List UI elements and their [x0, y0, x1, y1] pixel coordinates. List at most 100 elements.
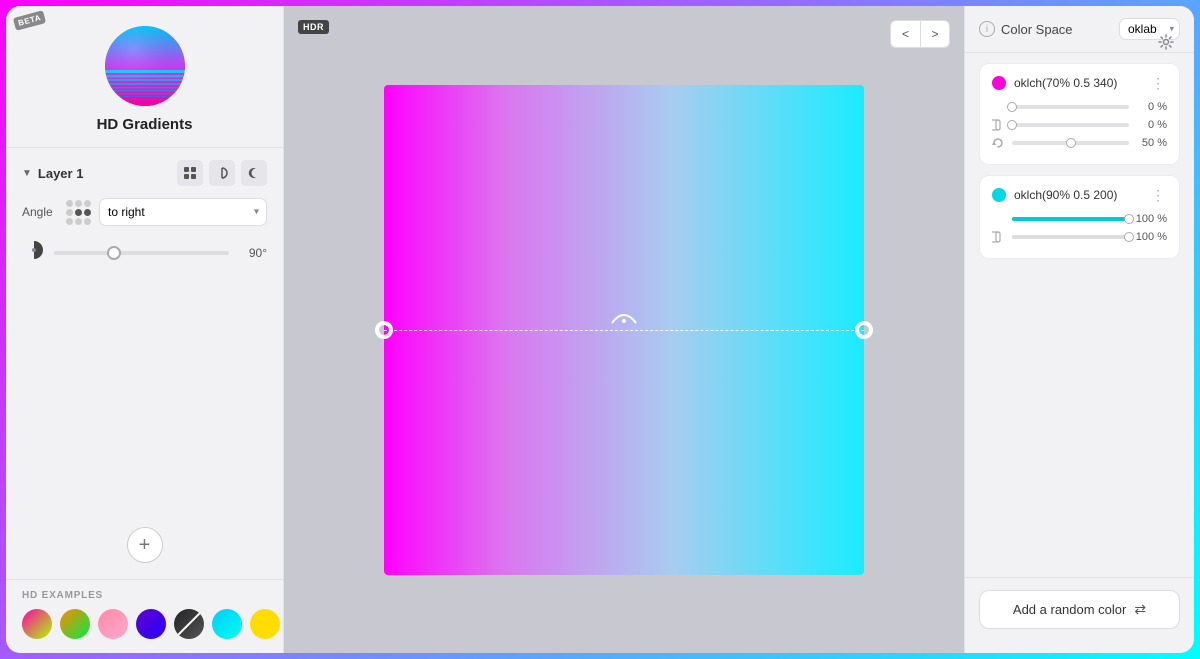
stop-1-slider-2-thumb[interactable]: [1007, 120, 1017, 130]
right-panel: i Color Space oklab oklch srgb hsl: [964, 6, 1194, 653]
dot-bm: [75, 218, 82, 225]
nav-next-button[interactable]: >: [920, 20, 950, 48]
stop-1-slider-1-icon: [992, 100, 1006, 114]
stop-2-slider-1-value: 100 %: [1135, 213, 1167, 225]
stop-2-menu[interactable]: ⋮: [1149, 186, 1167, 204]
angle-select[interactable]: to right to left to top to bottom: [99, 198, 267, 226]
color-stop-2: oklch(90% 0.5 200) ⋮ 100 %: [979, 175, 1180, 259]
dot-tm: [75, 200, 82, 207]
angle-row: Angle to right to left to t: [22, 198, 267, 226]
swatch-yellow[interactable]: [250, 609, 280, 639]
hd-examples-section: HD EXAMPLES: [6, 579, 283, 653]
grid-icon: [183, 166, 197, 180]
half-circle-button[interactable]: [209, 160, 235, 186]
grid-view-button[interactable]: [177, 160, 203, 186]
angle-slider-row: 90°: [22, 238, 267, 267]
layer-header: ▼ Layer 1: [22, 160, 267, 186]
nav-arrows: < >: [890, 20, 950, 48]
add-btn-area: +: [6, 519, 283, 579]
crescent-icon: [247, 166, 261, 180]
link-icon-2: [992, 230, 1004, 244]
app-logo: [105, 26, 185, 106]
dot-ml: [66, 209, 73, 216]
swatch-pink-light[interactable]: [98, 609, 128, 639]
nav-prev-icon: <: [902, 27, 909, 41]
layer-title-row: ▼ Layer 1: [22, 166, 83, 181]
stop-1-slider-3-fill: [1012, 141, 1071, 145]
app-title: HD Gradients: [97, 116, 193, 133]
stop-2-dot[interactable]: [992, 188, 1006, 202]
angle-select-wrap[interactable]: to right to left to top to bottom: [99, 198, 267, 226]
angle-icon: [22, 238, 46, 267]
stop-2-slider-1-track[interactable]: [1012, 217, 1129, 221]
stop-1-slider-1-track[interactable]: [1012, 105, 1129, 109]
stop-2-slider-2-row: 100 %: [992, 230, 1167, 244]
stop-1-dot[interactable]: [992, 76, 1006, 90]
add-random-label: Add a random color: [1013, 602, 1126, 617]
color-stops-area: oklch(70% 0.5 340) ⋮ 0 %: [965, 53, 1194, 577]
hdr-badge: HDR: [298, 20, 329, 34]
example-swatches: [22, 609, 267, 639]
angle-label: Angle: [22, 205, 58, 219]
sidebar: BETA: [6, 6, 284, 653]
stop-2-slider-1-row: 100 %: [992, 212, 1167, 226]
dots-grid[interactable]: [66, 200, 91, 225]
info-icon[interactable]: i: [979, 21, 995, 37]
stop-2-slider-2-thumb[interactable]: [1124, 232, 1134, 242]
add-random-section: Add a random color ⇄: [965, 577, 1194, 641]
layer-section: ▼ Layer 1: [6, 148, 283, 519]
color-stop-1-header: oklch(70% 0.5 340) ⋮: [992, 74, 1167, 92]
stop-1-slider-3-icon: [992, 136, 1006, 150]
gear-button[interactable]: [1152, 28, 1180, 56]
angle-slider-track[interactable]: [54, 251, 229, 255]
gradient-canvas[interactable]: [384, 85, 864, 575]
swatch-cyan[interactable]: [212, 609, 242, 639]
stop-1-slider-2-value: 0 %: [1135, 119, 1167, 131]
crescent-button[interactable]: [241, 160, 267, 186]
midpoint-handle[interactable]: [610, 305, 638, 330]
angle-degree: 90°: [237, 246, 267, 260]
stop-1-slider-3-thumb[interactable]: [1066, 138, 1076, 148]
stop-1-slider-1-thumb[interactable]: [1007, 102, 1017, 112]
stop-2-slider-2-fill: [1012, 235, 1129, 239]
shuffle-icon: ⇄: [1134, 601, 1146, 618]
stop-2-slider-2-value: 100 %: [1135, 231, 1167, 243]
stop-2-link-icon: [992, 230, 1006, 244]
layer-name: Layer 1: [38, 166, 84, 181]
rotate-icon: [992, 137, 1004, 149]
beta-badge: BETA: [13, 10, 46, 31]
stop-2-slider-1-fill: [1012, 217, 1129, 221]
right-panel-top: i Color Space oklab oklch srgb hsl: [965, 18, 1194, 53]
dot-tr: [84, 200, 91, 207]
dot-tl: [66, 200, 73, 207]
swatch-purple-blue[interactable]: [136, 609, 166, 639]
angle-slider-thumb[interactable]: [107, 246, 121, 260]
angle-pie-icon: [22, 238, 46, 262]
add-random-button[interactable]: Add a random color ⇄: [979, 590, 1180, 629]
nav-prev-button[interactable]: <: [890, 20, 920, 48]
stop-2-slider-1-thumb[interactable]: [1124, 214, 1134, 224]
gradient-stop-left[interactable]: [377, 323, 391, 337]
add-layer-button[interactable]: +: [127, 527, 163, 563]
gradient-stop-right[interactable]: [857, 323, 871, 337]
half-circle-icon: [215, 166, 229, 180]
dot-br: [84, 218, 91, 225]
stop-1-slider-3-row: 50 %: [992, 136, 1167, 150]
stop-1-menu[interactable]: ⋮: [1149, 74, 1167, 92]
layer-collapse-arrow[interactable]: ▼: [22, 168, 32, 179]
swatch-pink-green[interactable]: [22, 609, 52, 639]
stop-2-slider-2-track[interactable]: [1012, 235, 1129, 239]
app-container: BETA: [6, 6, 1194, 653]
canvas-area: HDR < >: [284, 6, 964, 653]
color-stop-2-header: oklch(90% 0.5 200) ⋮: [992, 186, 1167, 204]
swatch-orange-green[interactable]: [60, 609, 90, 639]
dot-mr: [84, 209, 91, 216]
stop-1-slider-2-track[interactable]: [1012, 123, 1129, 127]
swatch-dark-diagonal[interactable]: [174, 609, 204, 639]
sidebar-header: BETA: [6, 6, 283, 148]
stop-1-label: oklch(70% 0.5 340): [1014, 76, 1141, 90]
link-icon: [992, 118, 1004, 132]
stop-1-slider-3-value: 50 %: [1135, 137, 1167, 149]
stop-1-slider-3-track[interactable]: [1012, 141, 1129, 145]
dot-mm: [75, 209, 82, 216]
